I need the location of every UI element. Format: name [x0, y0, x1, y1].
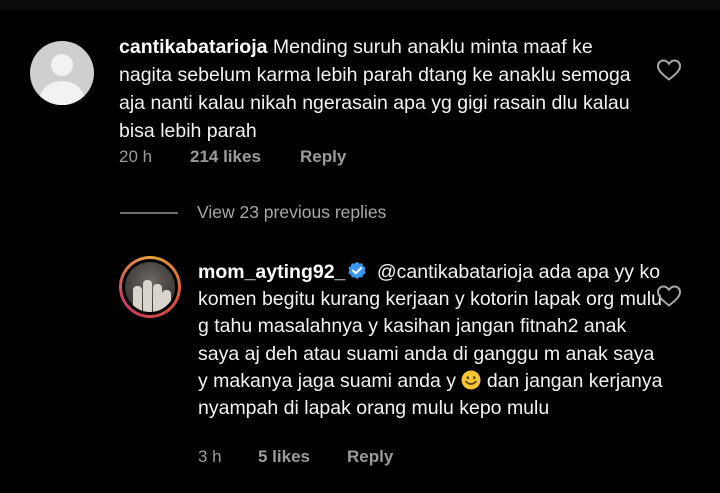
likes-count[interactable]: 214 likes: [190, 147, 261, 167]
smiling-face-emoji-icon: [461, 370, 481, 390]
heart-outline-icon[interactable]: [656, 58, 682, 82]
replies-divider-line: [120, 212, 178, 214]
default-avatar-icon[interactable]: [30, 41, 94, 105]
comment-username[interactable]: cantikabatarioja: [119, 36, 267, 58]
avatar-figure: [143, 280, 152, 312]
reply-reply-button[interactable]: Reply: [347, 447, 393, 467]
story-ring-avatar[interactable]: [119, 256, 181, 318]
verified-badge-icon: [348, 261, 367, 279]
comment-text: cantikabatarioja Mending suruh anaklu mi…: [119, 33, 639, 145]
avatar-body: [39, 81, 85, 105]
view-previous-replies-button[interactable]: View 23 previous replies: [197, 202, 386, 223]
comment-cantikabatarioja: cantikabatarioja Mending suruh anaklu mi…: [0, 0, 720, 180]
heart-outline-icon[interactable]: [656, 284, 682, 308]
reply-button[interactable]: Reply: [300, 147, 346, 167]
reply-username[interactable]: mom_ayting92_: [198, 261, 345, 283]
avatar-figure: [153, 284, 162, 312]
comment-time: 20 h: [119, 147, 153, 166]
reply-time: 3 h: [198, 447, 222, 466]
reply-mention[interactable]: @cantikabatarioja: [377, 261, 533, 283]
avatar-figure: [133, 286, 142, 312]
avatar-photo: [125, 262, 175, 312]
reply-likes-count[interactable]: 5 likes: [258, 447, 310, 467]
reply-comment-text: mom_ayting92_ @cantikabatarioja ada apa …: [198, 259, 668, 422]
avatar-figure: [162, 290, 171, 312]
avatar-head: [51, 54, 73, 76]
